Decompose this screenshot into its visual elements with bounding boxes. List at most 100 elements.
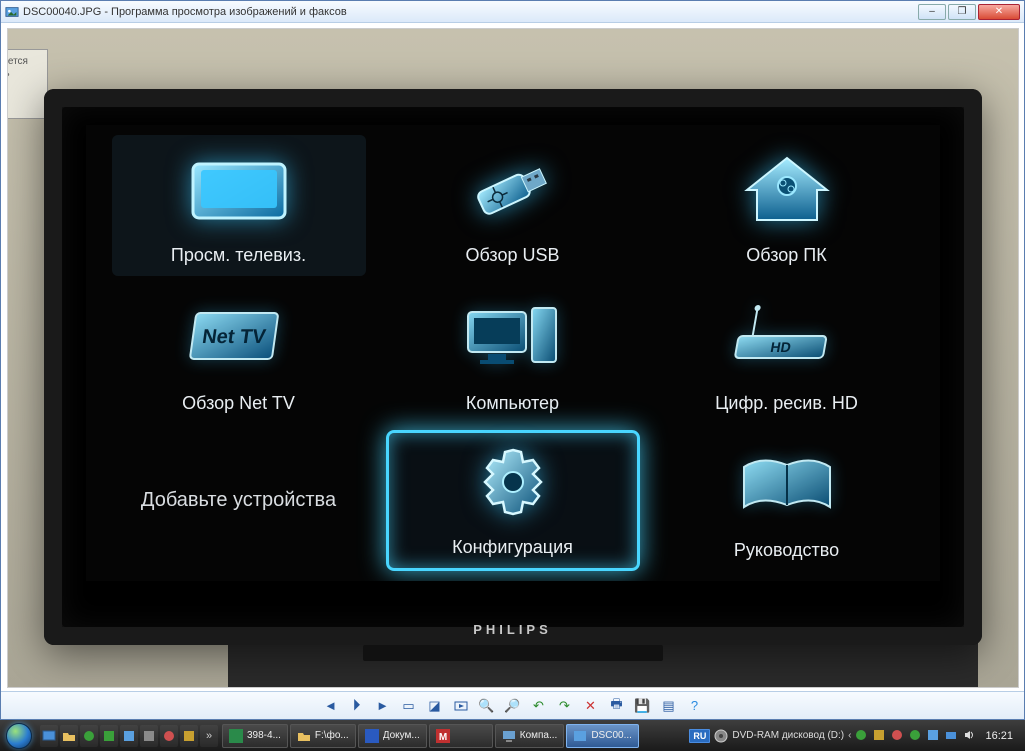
- menu-label: Обзор Net TV: [182, 393, 295, 414]
- wall-sign-fragment: ес ется ать: [7, 49, 48, 119]
- menu-pc[interactable]: Обзор ПК: [660, 135, 914, 276]
- windows-orb-icon: [6, 723, 32, 749]
- menu-configuration[interactable]: Конфигурация: [386, 430, 640, 571]
- menu-label: Обзор ПК: [746, 245, 826, 266]
- menu-manual[interactable]: Руководство: [660, 430, 914, 571]
- maximize-button[interactable]: ❐: [948, 4, 976, 20]
- task-label: Компа...: [520, 730, 558, 741]
- tray-drive-label: DVD-RAM дисковод (D:): [732, 730, 844, 741]
- menu-hd-receiver[interactable]: HD Цифр. ресив. HD: [660, 282, 914, 423]
- save-button[interactable]: 💾: [634, 697, 652, 715]
- menu-usb[interactable]: Обзор USB: [386, 135, 640, 276]
- print-button[interactable]: 🖶: [608, 697, 626, 715]
- fit-button[interactable]: ▭: [400, 697, 418, 715]
- tv-screen: Просм. телевиз. Обзор USB: [86, 125, 940, 581]
- task-label: F:\фо...: [315, 730, 349, 741]
- task-button[interactable]: 398-4...: [222, 724, 288, 748]
- ql-app-icon[interactable]: [160, 725, 178, 747]
- prev-image-button[interactable]: ◄: [322, 697, 340, 715]
- task-label: DSC00...: [591, 730, 632, 741]
- menu-label: Компьютер: [466, 393, 559, 414]
- task-button[interactable]: M: [429, 724, 493, 748]
- windows-taskbar[interactable]: » 398-4... F:\фо... Докум... M Компа... …: [0, 720, 1025, 751]
- tray-icon[interactable]: [855, 729, 869, 743]
- gear-icon: [389, 433, 637, 537]
- book-icon: [660, 430, 914, 540]
- tv-stand: [363, 645, 663, 661]
- ql-app-icon[interactable]: [100, 725, 118, 747]
- tv-brand-label: PHILIPS: [44, 622, 982, 637]
- nettv-icon: Net TV: [112, 282, 366, 392]
- menu-add-devices[interactable]: Добавьте устройства: [112, 430, 366, 571]
- start-button[interactable]: [2, 720, 36, 751]
- svg-text:HD: HD: [769, 340, 792, 356]
- computer-icon: [386, 282, 640, 392]
- rotate-ccw-button[interactable]: ↶: [530, 697, 548, 715]
- computer-icon: [502, 729, 516, 743]
- task-button-active[interactable]: DSC00...: [566, 724, 639, 748]
- ql-app-icon[interactable]: [180, 725, 198, 747]
- start-show-button[interactable]: [452, 697, 470, 715]
- task-button[interactable]: Компа...: [495, 724, 565, 748]
- tray-network-icon[interactable]: [945, 729, 959, 743]
- ql-desktop-icon[interactable]: [40, 725, 58, 747]
- tray-icon[interactable]: [873, 729, 887, 743]
- usb-icon: [386, 135, 640, 245]
- task-label: Докум...: [383, 730, 420, 741]
- taskbar-tasks: 398-4... F:\фо... Докум... M Компа... DS…: [222, 724, 683, 748]
- menu-label: Конфигурация: [452, 537, 573, 558]
- menu-label: Цифр. ресив. HD: [715, 393, 858, 414]
- app-icon: M: [436, 729, 450, 743]
- minimize-button[interactable]: –: [918, 4, 946, 20]
- excel-icon: [229, 729, 243, 743]
- image-viewer-window: DSC00040.JPG - Программа просмотра изобр…: [0, 0, 1025, 720]
- ql-app-icon[interactable]: [120, 725, 138, 747]
- help-button[interactable]: ?: [686, 697, 704, 715]
- menu-computer[interactable]: Компьютер: [386, 282, 640, 423]
- tv-home-menu: Просм. телевиз. Обзор USB: [86, 125, 940, 581]
- language-indicator[interactable]: RU: [689, 729, 710, 743]
- menu-label: Добавьте устройства: [141, 488, 336, 512]
- play-slideshow-button[interactable]: ⏵: [348, 697, 366, 715]
- tray-drive-icon[interactable]: [714, 729, 728, 743]
- task-button[interactable]: Докум...: [358, 724, 427, 748]
- ql-expand-icon[interactable]: »: [200, 725, 218, 747]
- tray-icon[interactable]: [891, 729, 905, 743]
- tray-icon[interactable]: [927, 729, 941, 743]
- menu-watch-tv[interactable]: Просм. телевиз.: [112, 135, 366, 276]
- delete-button[interactable]: ✕: [582, 697, 600, 715]
- tray-expand-icon[interactable]: ‹: [848, 730, 851, 741]
- tray-volume-icon[interactable]: [963, 729, 977, 743]
- image-icon: [573, 729, 587, 743]
- next-image-button[interactable]: ►: [374, 697, 392, 715]
- ql-app-icon[interactable]: [80, 725, 98, 747]
- taskbar-clock[interactable]: 16:21: [981, 730, 1017, 742]
- svg-text:Net TV: Net TV: [200, 327, 267, 349]
- menu-label: Обзор USB: [466, 245, 560, 266]
- task-button[interactable]: F:\фо...: [290, 724, 356, 748]
- house-icon: [660, 135, 914, 245]
- actual-size-button[interactable]: ◪: [426, 697, 444, 715]
- window-titlebar[interactable]: DSC00040.JPG - Программа просмотра изобр…: [1, 1, 1024, 23]
- open-with-button[interactable]: ▤: [660, 697, 678, 715]
- rotate-cw-button[interactable]: ↷: [556, 697, 574, 715]
- ql-folder-icon[interactable]: [60, 725, 78, 747]
- zoom-in-button[interactable]: 🔍: [478, 697, 496, 715]
- app-icon: [5, 5, 19, 19]
- menu-net-tv[interactable]: Net TV Обзор Net TV: [112, 282, 366, 423]
- ql-app-icon[interactable]: [140, 725, 158, 747]
- viewer-content: ес ется ать Просм. телевиз.: [1, 23, 1024, 691]
- word-icon: [365, 729, 379, 743]
- menu-label: Просм. телевиз.: [171, 245, 306, 266]
- tray-icon[interactable]: [909, 729, 923, 743]
- photo-viewport[interactable]: ес ется ать Просм. телевиз.: [7, 28, 1019, 688]
- system-tray[interactable]: RU DVD-RAM дисковод (D:) ‹ 16:21: [683, 729, 1023, 743]
- svg-text:M: M: [439, 732, 447, 743]
- close-button[interactable]: ✕: [978, 4, 1020, 20]
- tv-icon: [112, 135, 366, 245]
- quick-launch: »: [40, 725, 218, 747]
- zoom-out-button[interactable]: 🔎: [504, 697, 522, 715]
- television: Просм. телевиз. Обзор USB: [44, 89, 982, 645]
- task-label: 398-4...: [247, 730, 281, 741]
- menu-label: Руководство: [734, 540, 839, 561]
